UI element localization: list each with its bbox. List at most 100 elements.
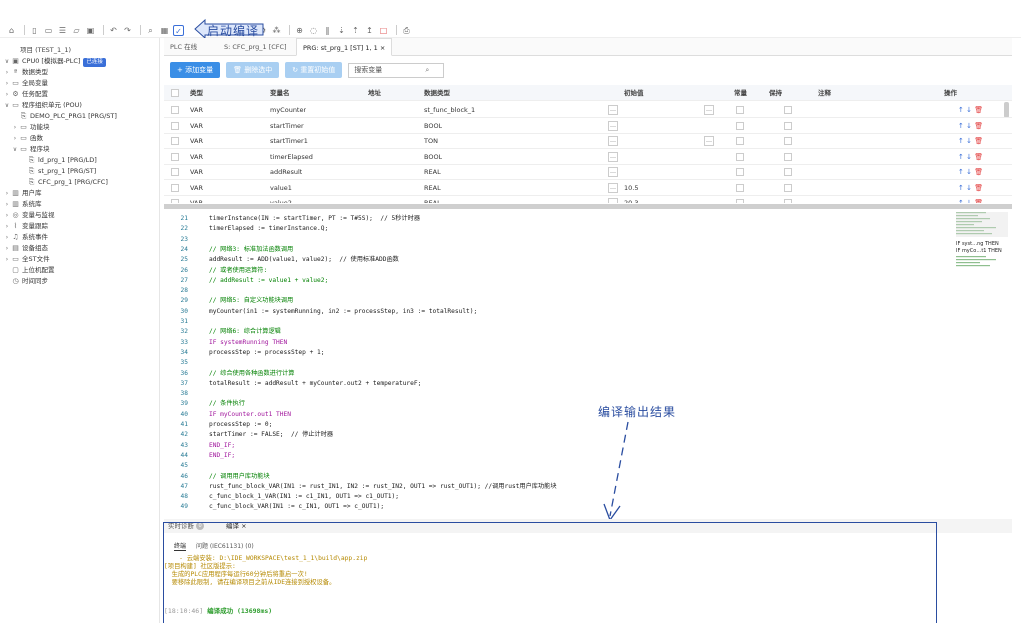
pane-splitter[interactable] bbox=[164, 204, 1012, 209]
var-initial-cell[interactable]: 10.5 bbox=[624, 180, 638, 196]
var-name-cell[interactable]: myCounter bbox=[270, 102, 306, 118]
delete-icon[interactable]: 🗑 bbox=[974, 106, 983, 114]
datatype-picker-button[interactable]: … bbox=[608, 105, 618, 115]
breakpoint-icon[interactable]: ↥ bbox=[364, 25, 375, 36]
table-row[interactable]: VAR timerElapsed BOOL … ↑ ↓ 🗑 bbox=[164, 149, 1012, 165]
tree-item[interactable]: › ▥ 系统库 bbox=[0, 199, 159, 210]
folder-icon[interactable]: ▱ bbox=[71, 25, 82, 36]
constant-checkbox[interactable] bbox=[736, 106, 744, 114]
move-down-icon[interactable]: ↓ bbox=[966, 168, 972, 176]
redo-icon[interactable]: ↷ bbox=[122, 25, 133, 36]
tree-item[interactable]: › ▤ 设备组态 bbox=[0, 243, 159, 254]
chevron-right-icon[interactable]: › bbox=[3, 199, 11, 210]
select-all-checkbox[interactable] bbox=[171, 89, 179, 97]
chevron-right-icon[interactable]: › bbox=[3, 243, 11, 254]
row-checkbox[interactable] bbox=[171, 152, 179, 161]
retain-checkbox[interactable] bbox=[784, 152, 792, 161]
delete-icon[interactable]: 🗑 bbox=[974, 122, 983, 130]
row-actions[interactable]: ↑ ↓ 🗑 bbox=[958, 195, 983, 203]
move-down-icon[interactable]: ↓ bbox=[966, 199, 972, 203]
row-checkbox[interactable] bbox=[171, 183, 179, 192]
row-checkbox[interactable] bbox=[171, 168, 179, 176]
var-name-cell[interactable]: startTimer bbox=[270, 118, 304, 134]
retain-checkbox[interactable] bbox=[784, 199, 792, 203]
tree-item[interactable]: › ▥ 用户库 bbox=[0, 188, 159, 199]
retain-checkbox[interactable] bbox=[784, 168, 792, 176]
constant-checkbox[interactable] bbox=[736, 152, 744, 161]
constant-checkbox[interactable] bbox=[736, 168, 744, 176]
var-kind-cell[interactable]: VAR bbox=[190, 118, 203, 134]
chevron-down-icon[interactable]: ∨ bbox=[11, 144, 19, 155]
compile-icon[interactable]: ✓ bbox=[173, 24, 184, 36]
row-checkbox[interactable] bbox=[171, 137, 179, 145]
chevron-right-icon[interactable]: › bbox=[3, 78, 11, 89]
chevron-right-icon[interactable]: › bbox=[3, 254, 11, 265]
var-name-cell[interactable]: value1 bbox=[270, 180, 292, 196]
reset-initial-button[interactable]: ↻ 重置初始值 bbox=[285, 62, 343, 78]
print-icon[interactable]: ⎙ bbox=[401, 25, 412, 36]
var-datatype-cell[interactable]: REAL bbox=[424, 180, 441, 196]
delete-icon[interactable]: 🗑 bbox=[974, 199, 983, 203]
delete-icon[interactable]: 🗑 bbox=[974, 137, 983, 145]
tree-item[interactable]: ▢ 上位机配置 bbox=[0, 265, 159, 276]
home-icon[interactable]: ⌂ bbox=[6, 25, 17, 36]
step-out-icon[interactable]: ⇡ bbox=[350, 25, 361, 36]
var-datatype-cell[interactable]: REAL bbox=[424, 164, 441, 180]
constant-checkbox[interactable] bbox=[736, 183, 744, 192]
tree-item[interactable]: › ♫ 系统事件 bbox=[0, 232, 159, 243]
move-up-icon[interactable]: ↑ bbox=[958, 122, 964, 130]
tab-cfc[interactable]: S: CFC_prg_1 [CFC] bbox=[218, 38, 293, 56]
datatype-picker-button[interactable]: … bbox=[608, 120, 618, 131]
initial-value-picker-button[interactable]: … bbox=[704, 105, 714, 115]
move-down-icon[interactable]: ↓ bbox=[966, 153, 972, 161]
move-up-icon[interactable]: ↑ bbox=[958, 153, 964, 161]
tree-item[interactable]: › ⚙ 任务配置 bbox=[0, 89, 159, 100]
tree-item[interactable]: ⎘ CFC_prg_1 [PRG/CFC] bbox=[0, 177, 159, 188]
var-datatype-cell[interactable]: BOOL bbox=[424, 118, 442, 134]
table-row[interactable]: VAR startTimer BOOL … ↑ ↓ 🗑 bbox=[164, 118, 1012, 134]
var-datatype-cell[interactable]: BOOL bbox=[424, 149, 442, 165]
tree-item[interactable]: ◷ 时间同步 bbox=[0, 276, 159, 287]
move-up-icon[interactable]: ↑ bbox=[958, 199, 964, 203]
tree-item[interactable]: ⎘ ld_prg_1 [PRG/LD] bbox=[0, 155, 159, 166]
row-actions[interactable]: ↑ ↓ 🗑 bbox=[958, 149, 983, 165]
retain-checkbox[interactable] bbox=[784, 183, 792, 192]
tree-item[interactable]: ⎘ st_prg_1 [PRG/ST] bbox=[0, 166, 159, 177]
move-up-icon[interactable]: ↑ bbox=[958, 168, 964, 176]
constant-checkbox[interactable] bbox=[736, 199, 744, 203]
row-actions[interactable]: ↑ ↓ 🗑 bbox=[958, 133, 983, 149]
table-row[interactable]: VAR addResult REAL … ↑ ↓ 🗑 bbox=[164, 164, 1012, 180]
move-down-icon[interactable]: ↓ bbox=[966, 184, 972, 192]
var-datatype-cell[interactable]: REAL bbox=[424, 195, 441, 203]
variable-search-input[interactable]: 搜索变量 ⌕ bbox=[348, 62, 445, 78]
tree-item[interactable]: ∨ ▭ 程序组织单元 (POU) bbox=[0, 100, 159, 111]
save-icon[interactable]: ▣ bbox=[85, 25, 96, 36]
var-kind-cell[interactable]: VAR bbox=[190, 164, 203, 180]
table-row[interactable]: VAR myCounter st_func_block_1 … … ↑ ↓ 🗑 bbox=[164, 102, 1012, 118]
step-in-icon[interactable]: ⇣ bbox=[336, 25, 347, 36]
tab-plc-online[interactable]: PLC 在线 bbox=[164, 38, 203, 56]
download-icon[interactable]: ⊕ bbox=[294, 25, 305, 36]
list-icon[interactable]: ☰ bbox=[57, 25, 68, 36]
datatype-picker-button[interactable]: … bbox=[608, 198, 618, 203]
move-up-icon[interactable]: ↑ bbox=[958, 106, 964, 114]
row-actions[interactable]: ↑ ↓ 🗑 bbox=[958, 164, 983, 180]
var-datatype-cell[interactable]: TON bbox=[424, 133, 438, 149]
var-name-cell[interactable]: value2 bbox=[270, 195, 292, 203]
new-file-icon[interactable]: ▯ bbox=[29, 25, 40, 36]
delete-icon[interactable]: 🗑 bbox=[974, 168, 983, 176]
tree-item[interactable]: › ⌇ 变量跟踪 bbox=[0, 221, 159, 232]
close-icon[interactable]: × bbox=[380, 44, 385, 52]
initial-value-picker-button[interactable]: … bbox=[704, 136, 714, 146]
tree-item[interactable]: › ▭ 函数 bbox=[0, 133, 159, 144]
var-kind-cell[interactable]: VAR bbox=[190, 102, 203, 118]
retain-checkbox[interactable] bbox=[784, 106, 792, 114]
chevron-right-icon[interactable]: › bbox=[11, 133, 19, 144]
open-icon[interactable]: ▭ bbox=[43, 25, 54, 36]
chevron-right-icon[interactable]: › bbox=[3, 188, 11, 199]
row-actions[interactable]: ↑ ↓ 🗑 bbox=[958, 180, 983, 196]
chevron-right-icon[interactable]: › bbox=[3, 221, 11, 232]
add-variable-button[interactable]: + 添加变量 bbox=[170, 62, 221, 78]
datatype-picker-button[interactable]: … bbox=[608, 167, 618, 177]
network-icon[interactable]: ⁂ bbox=[271, 25, 282, 36]
